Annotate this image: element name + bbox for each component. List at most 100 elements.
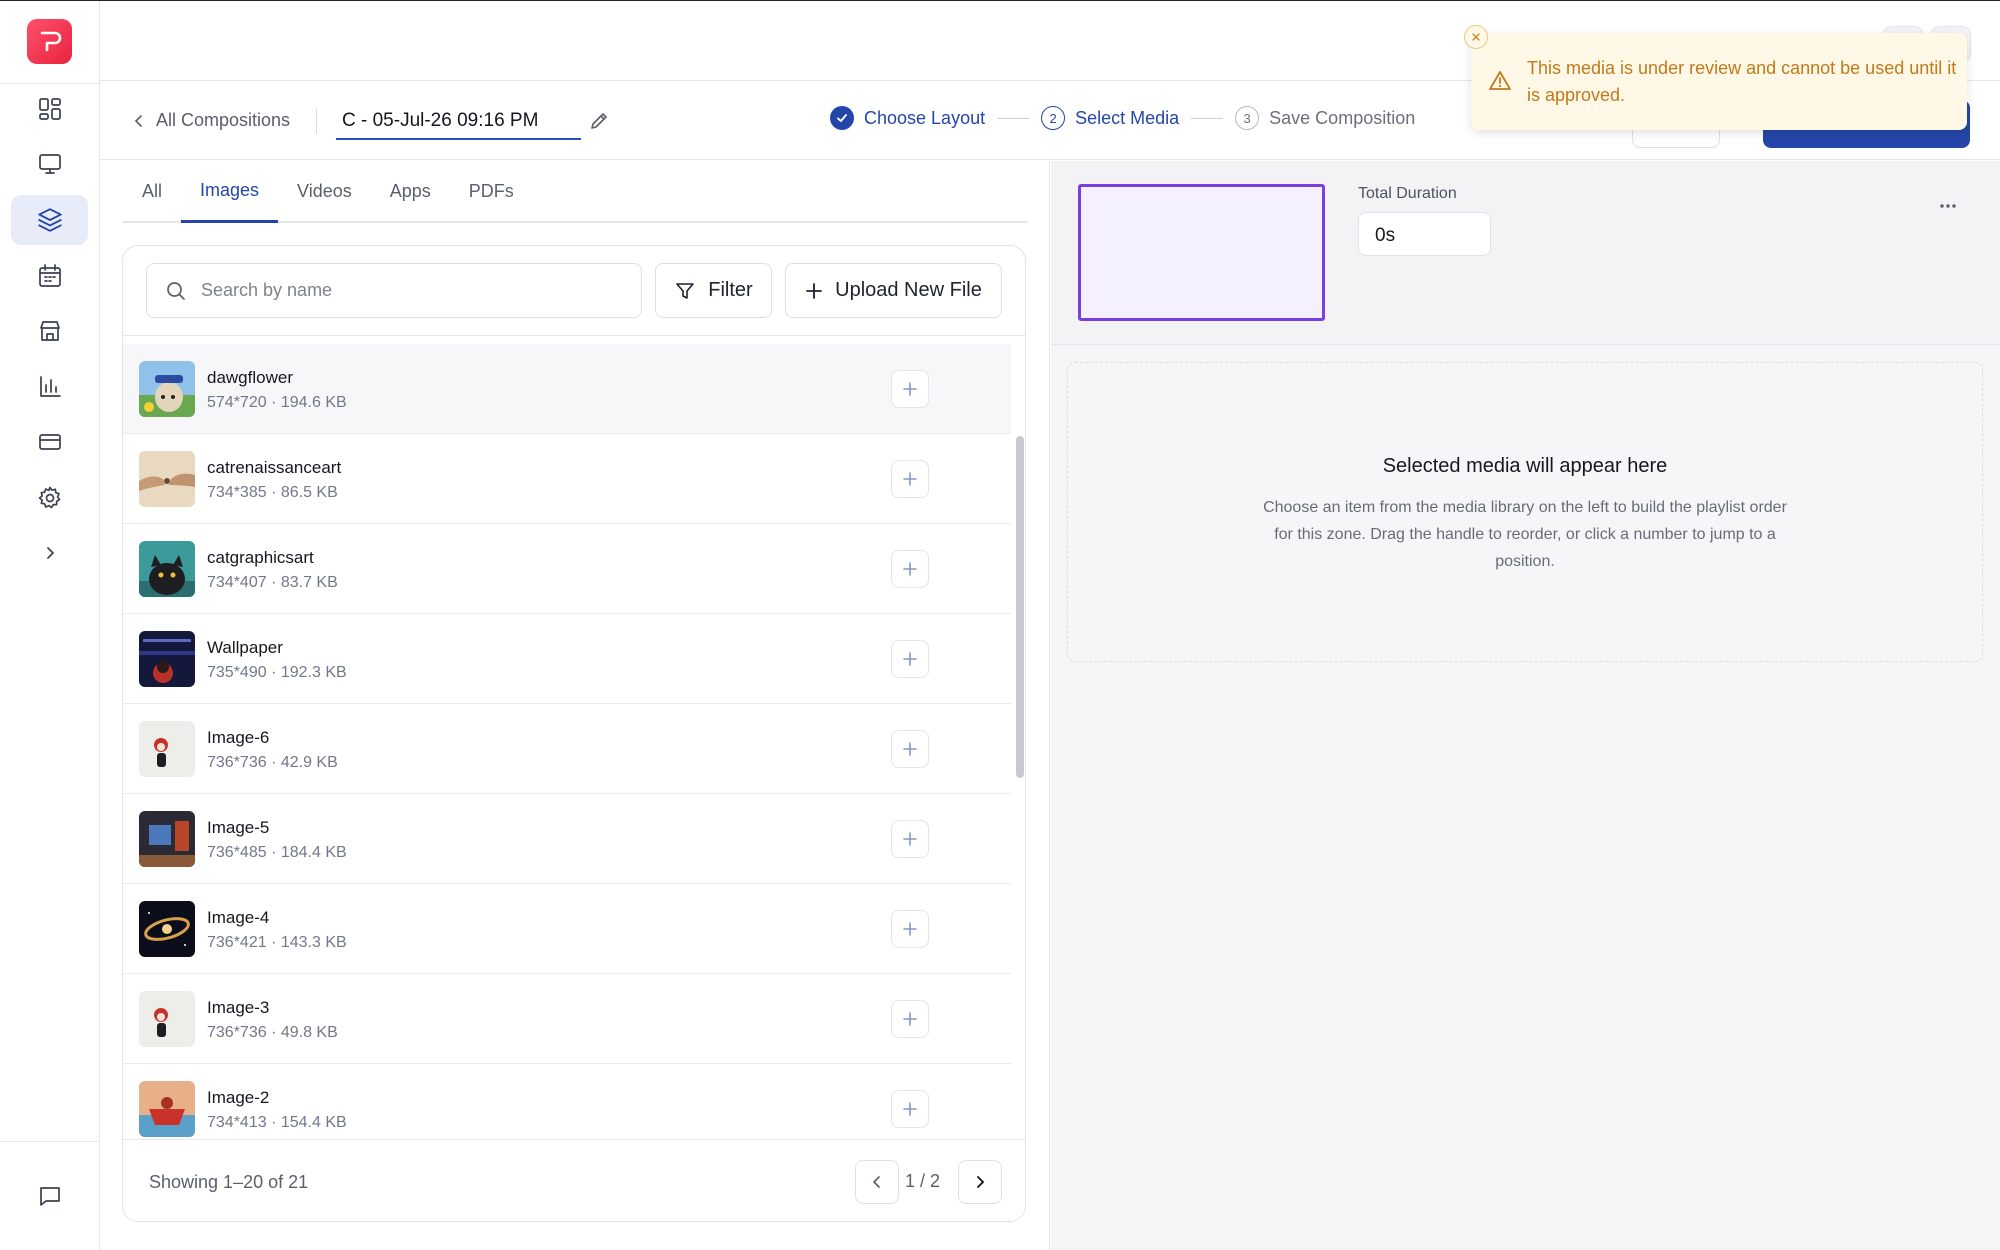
app-logo[interactable] — [27, 19, 72, 64]
sidebar — [0, 1, 100, 1250]
header-divider — [316, 108, 317, 134]
warning-toast: This media is under review and cannot be… — [1471, 33, 1967, 130]
sidebar-expand-button[interactable] — [11, 528, 88, 578]
filter-button[interactable]: Filter — [655, 263, 772, 318]
media-row[interactable]: Image-5 736*485 · 184.4 KB — [123, 794, 1011, 884]
step-label: Select Media — [1075, 107, 1180, 128]
logo-icon — [40, 31, 61, 51]
media-name: Image-6 — [207, 728, 270, 747]
media-thumbnail — [139, 541, 195, 597]
add-media-button[interactable] — [891, 640, 929, 678]
composition-title-input[interactable]: C - 05-Jul-26 09:16 PM — [336, 100, 581, 140]
sidebar-item-screens[interactable] — [11, 139, 88, 189]
sidebar-item-compositions[interactable] — [11, 195, 88, 245]
step-save-composition[interactable]: 3 Save Composition — [1235, 106, 1415, 130]
tab-images[interactable]: Images — [181, 161, 279, 223]
tab-pdfs[interactable]: PDFs — [450, 161, 533, 221]
bar-chart-icon — [39, 376, 61, 397]
media-meta: 736*421 · 143.3 KB — [207, 934, 347, 951]
step-number: 2 — [1041, 106, 1066, 130]
upload-new-file-button[interactable]: Upload New File — [785, 263, 1002, 318]
page-indicator: 1 / 2 — [905, 1171, 941, 1191]
add-media-button[interactable] — [891, 1000, 929, 1038]
plus-icon — [903, 382, 917, 396]
previous-page-button[interactable] — [855, 1160, 899, 1204]
playlist-drop-zone[interactable]: Selected media will appear here Choose a… — [1067, 362, 1983, 662]
media-name: catrenaissanceart — [207, 458, 342, 477]
media-thumbnail — [139, 451, 195, 507]
sidebar-item-settings[interactable] — [11, 473, 88, 523]
edit-title-button[interactable] — [588, 110, 610, 137]
media-name: Image-4 — [207, 908, 270, 927]
chevron-right-icon — [977, 1176, 985, 1188]
media-row[interactable]: Wallpaper 735*490 · 192.3 KB — [123, 614, 1011, 704]
media-row[interactable]: dawgflower 574*720 · 194.6 KB — [123, 344, 1011, 434]
credit-card-icon — [38, 434, 61, 450]
media-name: catgraphicsart — [207, 548, 314, 567]
add-media-button[interactable] — [891, 910, 929, 948]
media-thumbnail — [139, 901, 195, 957]
support-chat-button[interactable] — [11, 1171, 88, 1221]
plus-icon — [903, 832, 917, 846]
store-icon — [39, 321, 60, 341]
media-row[interactable]: Image-2 734*413 · 154.4 KB — [123, 1064, 1011, 1139]
step-select-media[interactable]: 2 Select Media — [1041, 106, 1179, 130]
more-options-button[interactable] — [1938, 196, 1958, 221]
search-input[interactable] — [201, 280, 581, 301]
next-page-button[interactable] — [958, 1160, 1002, 1204]
media-name: Wallpaper — [207, 638, 283, 657]
sidebar-item-billing[interactable] — [11, 417, 88, 467]
media-meta: 736*485 · 184.4 KB — [207, 844, 347, 861]
media-thumbnail — [139, 811, 195, 867]
media-thumbnail — [139, 721, 195, 777]
chevron-left-icon — [872, 1176, 880, 1188]
plus-icon — [903, 1012, 917, 1026]
zone-preview[interactable] — [1078, 184, 1325, 321]
back-link[interactable]: All Compositions — [132, 110, 290, 131]
sidebar-item-schedule[interactable] — [11, 251, 88, 301]
media-row[interactable]: Image-3 736*736 · 49.8 KB — [123, 974, 1011, 1064]
dashboard-icon — [38, 98, 61, 120]
media-meta: 734*413 · 154.4 KB — [207, 1114, 347, 1131]
media-row[interactable]: catgraphicsart 734*407 · 83.7 KB — [123, 524, 1011, 614]
gear-icon — [38, 486, 60, 509]
step-number: 3 — [1235, 106, 1260, 130]
filter-icon — [676, 282, 695, 299]
media-name: Image-2 — [207, 1088, 270, 1107]
add-media-button[interactable] — [891, 370, 929, 408]
sidebar-divider — [0, 1141, 100, 1142]
media-name: dawgflower — [207, 368, 293, 387]
media-row[interactable]: catrenaissanceart 734*385 · 86.5 KB — [123, 434, 1011, 524]
media-meta: 734*385 · 86.5 KB — [207, 484, 338, 501]
step-choose-layout[interactable]: Choose Layout — [830, 106, 985, 130]
sidebar-item-dashboard[interactable] — [11, 84, 88, 134]
media-type-tabs: All Images Videos Apps PDFs — [123, 161, 1028, 223]
media-row[interactable]: Image-6 736*736 · 42.9 KB — [123, 704, 1011, 794]
add-media-button[interactable] — [891, 1090, 929, 1128]
add-media-button[interactable] — [891, 550, 929, 588]
media-thumbnail — [139, 1081, 195, 1137]
empty-state-description: Choose an item from the media library on… — [1263, 499, 1787, 570]
list-scrollbar[interactable] — [1016, 436, 1024, 778]
media-list: dawgflower 574*720 · 194.6 KB catrenaiss… — [123, 344, 1011, 1139]
sidebar-item-store[interactable] — [11, 306, 88, 356]
toast-close-button[interactable] — [1464, 25, 1488, 49]
layers-icon — [37, 208, 62, 232]
step-label: Choose Layout — [864, 107, 986, 128]
media-meta: 736*736 · 49.8 KB — [207, 1024, 338, 1041]
media-meta: 574*720 · 194.6 KB — [207, 394, 347, 411]
add-media-button[interactable] — [891, 730, 929, 768]
tab-videos[interactable]: Videos — [278, 161, 371, 221]
add-media-button[interactable] — [891, 460, 929, 498]
media-thumbnail — [139, 991, 195, 1047]
close-icon — [1472, 33, 1480, 41]
search-box[interactable] — [146, 263, 642, 318]
add-media-button[interactable] — [891, 820, 929, 858]
media-list-card: Filter Upload New File dawgflower 574*72… — [122, 245, 1026, 1222]
list-divider — [123, 335, 1025, 336]
tab-all[interactable]: All — [123, 161, 181, 221]
search-icon — [167, 281, 185, 300]
tab-apps[interactable]: Apps — [371, 161, 450, 221]
media-row[interactable]: Image-4 736*421 · 143.3 KB — [123, 884, 1011, 974]
sidebar-item-reports[interactable] — [11, 362, 88, 412]
